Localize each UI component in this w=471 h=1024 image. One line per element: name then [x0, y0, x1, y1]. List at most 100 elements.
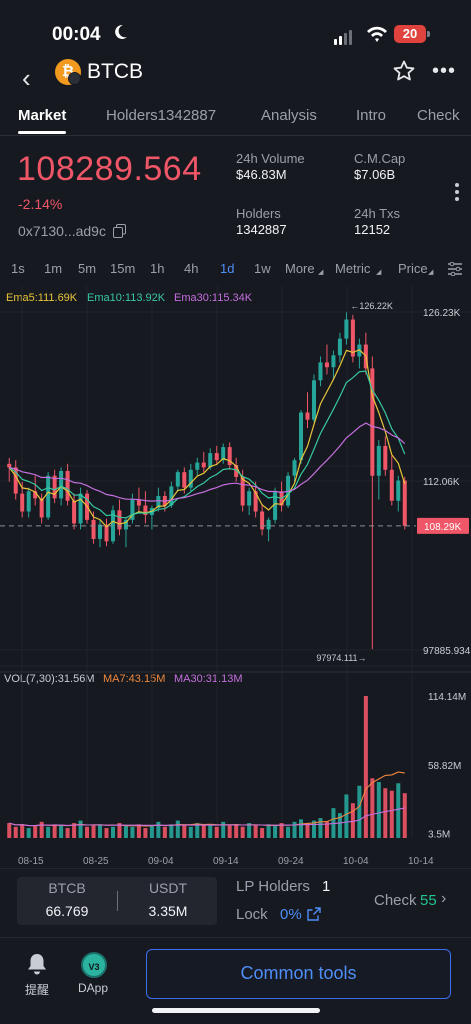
candle-body	[214, 453, 219, 461]
timeframe-more[interactable]: More	[285, 261, 315, 276]
volume-bar	[46, 826, 51, 838]
candle-body	[402, 480, 407, 526]
candle-body	[311, 380, 316, 420]
chart-settings-icon[interactable]	[447, 262, 463, 276]
price-caret-icon: ◢	[428, 269, 434, 276]
volume-bar	[201, 824, 206, 838]
candle-body	[396, 480, 401, 501]
tab-intro[interactable]: Intro	[356, 107, 386, 124]
timeframe-4h[interactable]: 4h	[184, 261, 198, 276]
tab-holders[interactable]: Holders1342887	[106, 107, 216, 124]
candle-body	[78, 493, 83, 524]
volume-bar	[156, 821, 161, 838]
candle-body	[65, 470, 70, 501]
volume-bar	[39, 821, 44, 838]
candle-body	[331, 355, 336, 368]
timeframe-1m[interactable]: 1m	[44, 261, 62, 276]
volume-bar	[240, 826, 245, 838]
timeframe-1h[interactable]: 1h	[150, 261, 164, 276]
metric-dropdown[interactable]: Metric	[335, 261, 370, 276]
timeframe-15m[interactable]: 15m	[110, 261, 135, 276]
volume-bar	[13, 826, 18, 838]
lp-holders-value: 1	[322, 878, 331, 895]
more-options-icon[interactable]: •••	[432, 60, 456, 83]
volume-bar	[344, 794, 349, 838]
volume-bar	[318, 818, 323, 838]
volume-bar	[357, 785, 362, 838]
candle-body	[292, 460, 297, 476]
volume-value: $46.83M	[236, 167, 287, 182]
page-title: BTCB	[87, 60, 144, 83]
volume-bar	[52, 824, 57, 838]
volume-bar	[169, 824, 174, 838]
tab-check[interactable]: Check	[417, 107, 460, 124]
candle-body	[240, 476, 245, 506]
lock-label: Lock	[236, 906, 268, 923]
timeframe-1d[interactable]: 1d	[220, 261, 234, 276]
volume-bar	[26, 828, 31, 838]
txs-value: 12152	[354, 222, 391, 237]
tab-analysis[interactable]: Analysis	[261, 107, 317, 124]
status-time: 00:04	[52, 24, 101, 45]
volume-bar	[286, 826, 291, 838]
price-chart[interactable]: 108.29K 126.23K 112.06K 97885.934 ←126.22K 97…	[0, 286, 471, 856]
chain-badge-icon	[68, 72, 81, 85]
volume-bar	[383, 788, 388, 838]
external-link-icon[interactable]	[307, 907, 321, 921]
candle-body	[305, 412, 310, 420]
dapp-label[interactable]: DApp	[78, 981, 108, 995]
price-dropdown[interactable]: Price	[398, 261, 428, 276]
candle-body	[376, 445, 381, 476]
candle-body	[344, 319, 349, 339]
timeframe-1w[interactable]: 1w	[254, 261, 271, 276]
volume-bar	[188, 826, 193, 838]
battery-indicator: 20	[394, 25, 426, 43]
bell-icon[interactable]	[26, 952, 48, 976]
kebab-menu-icon[interactable]	[455, 183, 459, 204]
quote-token-amount: 3.35M	[148, 903, 188, 919]
dapp-icon[interactable]: V3	[81, 952, 107, 978]
candle-body	[117, 510, 122, 530]
timeframe-1s[interactable]: 1s	[11, 261, 25, 276]
check-label[interactable]: Check	[374, 892, 417, 909]
volume-bar	[91, 825, 96, 838]
volume-bar	[182, 825, 187, 838]
candle-body	[20, 493, 25, 512]
date-tick: 10-04	[343, 856, 369, 867]
volume-bar	[110, 826, 115, 838]
txs-label: 24h Txs	[354, 206, 401, 221]
date-tick: 10-14	[408, 856, 434, 867]
volume-bar	[175, 820, 180, 838]
tab-bar	[0, 104, 471, 136]
volume-bar	[143, 828, 148, 838]
common-tools-button[interactable]: Common tools	[146, 949, 451, 999]
back-chevron-icon[interactable]: ‹	[22, 63, 31, 94]
contract-address[interactable]: 0x7130...ad9c	[18, 223, 106, 239]
volume-bar	[123, 825, 128, 838]
volume-bar	[130, 826, 135, 838]
volume-bar	[208, 825, 213, 838]
alert-label[interactable]: 提醒	[25, 981, 49, 998]
volume-bar	[7, 823, 12, 838]
candle-body	[46, 475, 51, 518]
volume-bar	[273, 825, 278, 838]
lock-value[interactable]: 0%	[280, 906, 302, 923]
candle-body	[337, 338, 342, 356]
check-count[interactable]: 55	[420, 892, 437, 909]
volume-bar	[104, 828, 109, 838]
candle-body	[136, 499, 141, 506]
candle-body	[7, 463, 12, 468]
copy-icon[interactable]	[113, 224, 126, 238]
chevron-right-icon[interactable]: ›	[441, 890, 446, 908]
candle-body	[266, 519, 271, 530]
tab-market[interactable]: Market	[18, 107, 66, 124]
date-tick: 09-04	[148, 856, 174, 867]
candle-body	[299, 412, 304, 461]
timeframe-5m[interactable]: 5m	[78, 261, 96, 276]
pair-separator	[117, 891, 118, 911]
star-icon[interactable]	[392, 59, 416, 83]
volume-bar	[20, 824, 25, 838]
candle-body	[201, 462, 206, 468]
volume-bar	[214, 826, 219, 838]
battery-tip	[427, 31, 430, 37]
